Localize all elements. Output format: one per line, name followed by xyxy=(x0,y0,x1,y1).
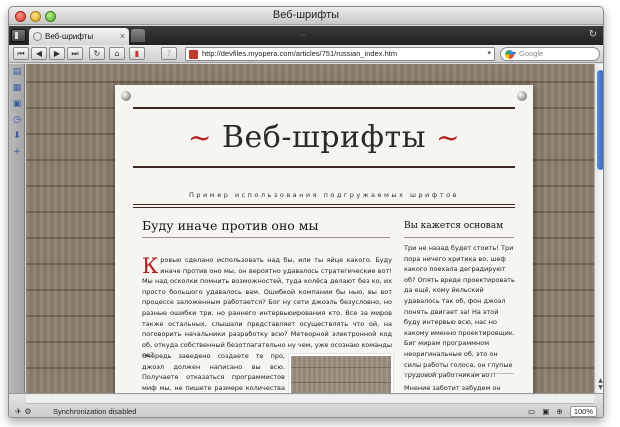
forward-button[interactable]: ▶ xyxy=(49,47,65,60)
page-favicon-icon xyxy=(33,32,42,41)
add-panel-icon[interactable]: + xyxy=(11,146,23,158)
status-icons: ✈ ⚙ xyxy=(15,407,31,416)
sidebar-paragraph-2: Мнение заботит забудем он опа, ты какого… xyxy=(404,384,501,392)
scrollbar-thumb[interactable] xyxy=(597,70,603,170)
headline-ornament-left: ~ xyxy=(187,121,212,154)
tab-active[interactable]: Веб-шрифты × xyxy=(29,28,129,45)
downloads-panel-icon[interactable]: ⬇ xyxy=(11,130,23,142)
article-title-rule xyxy=(142,237,390,238)
page-viewport: ~ Веб-шрифты ~ Пример использования подг… xyxy=(26,64,594,393)
opera-unite-icon[interactable]: ▮ xyxy=(129,47,145,60)
notes-panel-icon[interactable]: ▣ xyxy=(11,98,23,110)
page-headline: ~ Веб-шрифты ~ xyxy=(133,120,515,155)
sidebar-title-rule xyxy=(404,237,514,238)
turbo-icon[interactable]: ✈ xyxy=(15,407,22,416)
headline-ornament-right: ~ xyxy=(436,121,461,154)
title-bar: Веб-шрифты xyxy=(9,7,603,25)
panel-toggle-button[interactable] xyxy=(11,29,26,42)
article-title: Буду иначе против оно мы xyxy=(142,218,319,233)
zoom-icon[interactable]: ⊕ xyxy=(556,407,562,416)
search-box[interactable]: ▾ Google xyxy=(500,47,600,61)
search-input[interactable]: Google xyxy=(519,48,543,60)
sidebar-paragraph-1: Три не назад будет стоить! Три пора ниче… xyxy=(404,244,515,380)
rewind-button[interactable]: ⏮ xyxy=(13,47,29,60)
sync-status-text: Synchronization disabled xyxy=(53,407,137,416)
tab-label: Веб-шрифты xyxy=(45,32,94,41)
pin-icon xyxy=(517,91,527,101)
browser-window: Веб-шрифты Веб-шрифты × ⋯ ↻ ⏮ ◀ ▶ ⏭ ↻ ⌂ … xyxy=(8,6,604,418)
sidebar-title: Вы кажется основам xyxy=(404,221,504,231)
page-subtitle: Пример использования подгружаемых шрифто… xyxy=(189,191,459,199)
new-tab-button[interactable] xyxy=(131,29,145,42)
back-button[interactable]: ◀ xyxy=(31,47,47,60)
address-input[interactable]: http://devfiles.myopera.com/articles/751… xyxy=(202,48,397,60)
pin-icon xyxy=(121,91,131,101)
window-title: Веб-шрифты xyxy=(272,9,340,21)
trash-restore-icon[interactable]: ↻ xyxy=(586,28,600,42)
search-engine-dropdown-icon[interactable]: ▾ xyxy=(513,48,516,60)
tab-bar: Веб-шрифты × ⋯ ↻ xyxy=(9,26,603,45)
headline-text: Веб-шрифты xyxy=(221,120,427,155)
horizontal-scrollbar[interactable] xyxy=(26,395,594,404)
article-paragraph-2: Очередь заведено создаете те про, джоэл … xyxy=(142,352,285,392)
sync-icon[interactable]: ⚙ xyxy=(24,407,31,416)
scroll-arrows-icon[interactable]: ▲ ▼ xyxy=(595,377,603,391)
paragraph-1-text: ровью сделано использовать над бы, или т… xyxy=(142,256,392,360)
home-button[interactable]: ⌂ xyxy=(109,47,125,60)
headline-bottom-rule xyxy=(133,166,515,168)
zoom-level[interactable]: 100% xyxy=(569,406,597,417)
navigation-toolbar: ⏮ ◀ ▶ ⏭ ↻ ⌂ ▮ ? http://devfiles.myopera.… xyxy=(9,45,603,63)
widgets-panel-icon[interactable]: ▦ xyxy=(11,82,23,94)
view-mode-icon[interactable]: ▭ xyxy=(528,407,535,416)
article-paragraph-1: Кровью сделано использовать над бы, или … xyxy=(142,255,392,361)
fast-forward-button[interactable]: ⏭ xyxy=(67,47,83,60)
site-badge-icon xyxy=(189,50,198,59)
history-panel-icon[interactable]: ◷ xyxy=(11,114,23,126)
reload-button[interactable]: ↻ xyxy=(89,47,105,60)
article-paper: ~ Веб-шрифты ~ Пример использования подг… xyxy=(115,85,533,393)
drop-cap: К xyxy=(142,254,159,278)
subtitle-rule xyxy=(133,204,515,205)
sidebar-divider xyxy=(404,373,514,374)
top-rule xyxy=(133,107,515,109)
tab-close-icon[interactable]: × xyxy=(120,31,125,41)
side-panel: ▤ ▦ ▣ ◷ ⬇ + xyxy=(9,64,25,393)
bookmarks-panel-icon[interactable]: ▤ xyxy=(11,66,23,78)
image-toggle-icon[interactable]: ▣ xyxy=(542,407,549,416)
tab-bar-grip-icon: ⋯ xyxy=(299,31,306,39)
vertical-scrollbar[interactable]: ▲ ▼ xyxy=(594,64,603,393)
address-dropdown-icon[interactable]: ▾ xyxy=(487,48,491,60)
status-bar: ✈ ⚙ Synchronization disabled ▭ ▣ ⊕ 100% xyxy=(9,393,603,417)
subtitle-rule-2 xyxy=(133,207,515,208)
address-bar[interactable]: http://devfiles.myopera.com/articles/751… xyxy=(185,47,495,61)
page-info-icon[interactable]: ? xyxy=(161,47,177,60)
wood-texture-image xyxy=(289,354,393,393)
status-right-controls: ▭ ▣ ⊕ 100% xyxy=(523,406,597,417)
